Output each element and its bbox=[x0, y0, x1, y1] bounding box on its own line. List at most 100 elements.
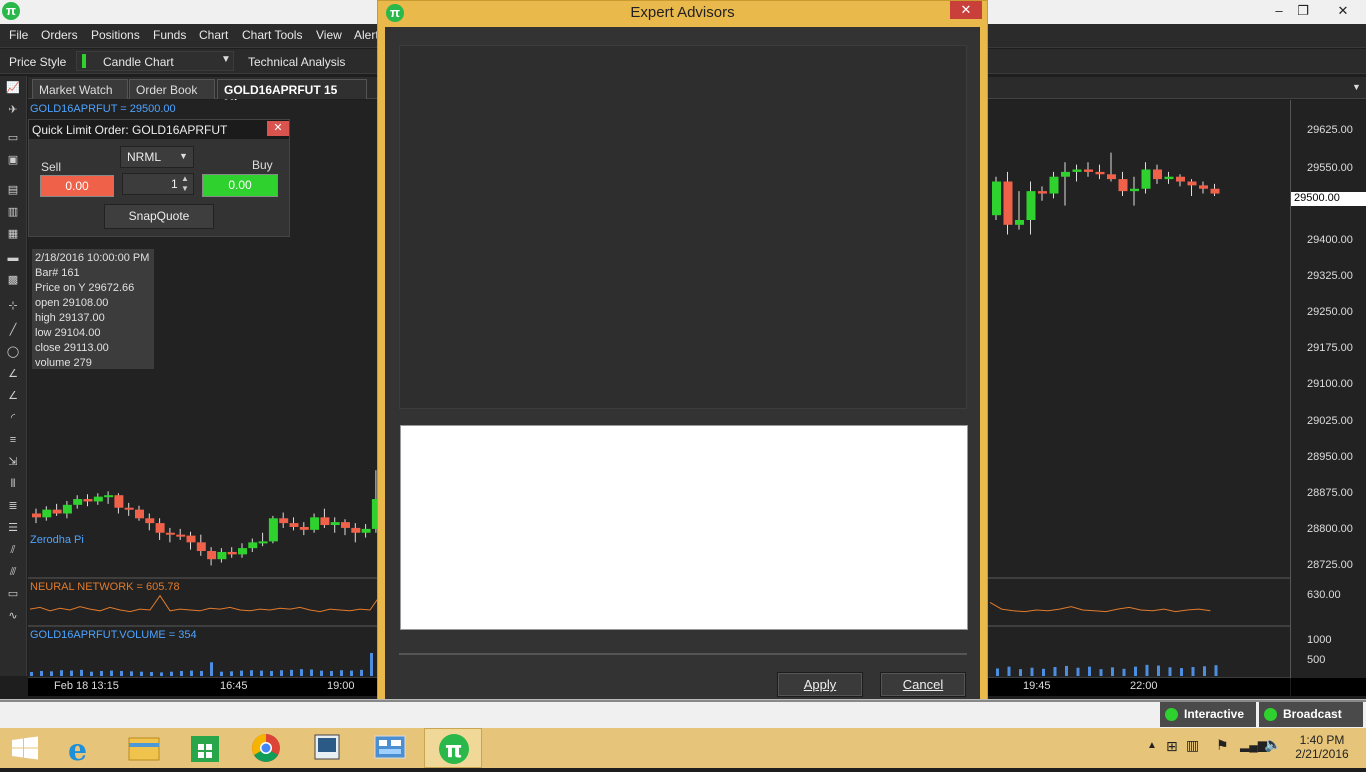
stepper-up-icon[interactable]: ▲ bbox=[181, 174, 189, 183]
tray-chevron-icon[interactable]: ▲ bbox=[1147, 740, 1157, 751]
wave-tool-icon[interactable]: ∿ bbox=[6, 610, 20, 622]
broadcast-status[interactable]: Broadcast bbox=[1259, 702, 1363, 727]
candle-body bbox=[279, 518, 289, 524]
line-tool-icon[interactable]: ╱ bbox=[6, 324, 20, 336]
printer-icon[interactable]: ▦ bbox=[6, 228, 20, 240]
crosshair-icon[interactable]: ⊹ bbox=[6, 300, 20, 312]
menu-chart[interactable]: Chart bbox=[199, 28, 228, 42]
menu-view[interactable]: View bbox=[316, 28, 342, 42]
fib-retracement-icon[interactable]: ☰ bbox=[6, 522, 20, 534]
window-icon[interactable]: ▭ bbox=[6, 132, 20, 144]
volume-bar bbox=[1191, 667, 1195, 676]
maximize-button[interactable]: ❐ bbox=[1286, 0, 1320, 22]
angle-tool-2-icon[interactable]: ∠ bbox=[6, 390, 20, 402]
volume-bar bbox=[70, 670, 73, 676]
sell-price-button[interactable]: 0.00 bbox=[40, 175, 114, 197]
candle-body bbox=[1084, 169, 1093, 172]
candle-body bbox=[1095, 171, 1105, 175]
expert-advisors-list[interactable] bbox=[399, 45, 967, 409]
volume-bar bbox=[200, 670, 203, 676]
book-icon[interactable]: ▤ bbox=[6, 184, 20, 196]
volume-bar bbox=[160, 672, 163, 676]
price-axis: 29625.00 29550.00 29500.00 29400.00 2932… bbox=[1290, 100, 1366, 696]
candle-body bbox=[135, 509, 144, 519]
menu-funds[interactable]: Funds bbox=[153, 28, 186, 42]
store-icon[interactable] bbox=[176, 728, 234, 768]
cancel-button[interactable]: Cancel bbox=[880, 672, 966, 697]
info-close: close 29113.00 bbox=[35, 342, 109, 354]
snapquote-button[interactable]: SnapQuote bbox=[104, 204, 214, 229]
candle-body bbox=[124, 507, 134, 510]
price-tick: 29250.00 bbox=[1307, 306, 1353, 318]
stepper-down-icon[interactable]: ▼ bbox=[181, 184, 189, 193]
interactive-status[interactable]: Interactive bbox=[1160, 702, 1256, 727]
vertical-lines-icon[interactable]: ⦀ bbox=[6, 478, 20, 490]
remote-desktop-icon[interactable] bbox=[361, 728, 419, 768]
box-icon[interactable]: ▬ bbox=[6, 252, 20, 264]
candle-body bbox=[73, 499, 83, 505]
expert-advisor-details[interactable] bbox=[400, 425, 968, 630]
volume-bar bbox=[100, 670, 103, 676]
save-icon[interactable]: ▣ bbox=[6, 154, 20, 166]
price-style-label: Price Style bbox=[9, 55, 67, 69]
terminal-app-icon[interactable] bbox=[298, 728, 356, 768]
dialog-divider bbox=[399, 653, 967, 655]
quantity-stepper[interactable]: 1 ▲ ▼ bbox=[122, 173, 194, 195]
candle-body bbox=[330, 522, 340, 526]
candle-body bbox=[248, 542, 258, 549]
tab-market-watch[interactable]: Market Watch bbox=[32, 79, 128, 99]
buy-price-button[interactable]: 0.00 bbox=[202, 174, 278, 197]
menu-file[interactable]: File bbox=[9, 28, 28, 42]
start-button[interactable] bbox=[0, 728, 58, 768]
horizontal-lines-icon[interactable]: ≡ bbox=[6, 434, 20, 446]
plane-icon[interactable]: ✈ bbox=[6, 104, 20, 116]
volume-icon[interactable]: 🔈 bbox=[1264, 736, 1281, 753]
channel-tool-2-icon[interactable]: ⫻ bbox=[6, 566, 20, 578]
menu-chart-tools[interactable]: Chart Tools bbox=[242, 28, 302, 42]
price-tick: 29550.00 bbox=[1307, 162, 1353, 174]
open-book-icon[interactable]: ▥ bbox=[6, 206, 20, 218]
arc-tool-icon[interactable]: ◜ bbox=[6, 412, 20, 424]
tab-scroll-chevron-icon[interactable]: ▼ bbox=[1352, 82, 1361, 92]
expert-advisors-dialog: Expert Advisors π ✕ Apply Cancel bbox=[377, 0, 988, 728]
flag-icon[interactable]: ⚑ bbox=[1216, 737, 1229, 754]
buy-label: Buy bbox=[252, 158, 273, 172]
internet-explorer-icon[interactable]: e bbox=[54, 728, 112, 768]
chart-icon[interactable]: 📈 bbox=[6, 82, 20, 94]
rectangle-tool-icon[interactable]: ▭ bbox=[6, 588, 20, 600]
tab-order-book[interactable]: Order Book bbox=[129, 79, 215, 99]
volume-bar bbox=[150, 672, 153, 676]
chrome-icon[interactable] bbox=[237, 728, 295, 768]
candle-body bbox=[114, 495, 124, 508]
tray-clock[interactable]: 1:40 PM 2/21/2016 bbox=[1290, 733, 1354, 761]
candle-body bbox=[207, 551, 217, 560]
product-select[interactable]: NRML ▼ bbox=[120, 146, 194, 168]
price-tick: 29325.00 bbox=[1307, 270, 1353, 282]
monitor-icon[interactable]: ▥ bbox=[1186, 737, 1199, 754]
dialog-close-button[interactable]: ✕ bbox=[950, 1, 982, 19]
ellipse-tool-icon[interactable]: ◯ bbox=[6, 346, 20, 358]
quick-order-close-button[interactable]: ✕ bbox=[267, 121, 289, 136]
menu-orders[interactable]: Orders bbox=[41, 28, 78, 42]
tab-gold-chart[interactable]: GOLD16APRFUT 15 Min ✕ bbox=[217, 79, 367, 111]
briefcase-icon[interactable]: ▩ bbox=[6, 274, 20, 286]
chart-type-select[interactable]: Candle Chart ▼ bbox=[76, 51, 234, 71]
candle-body bbox=[227, 551, 237, 555]
apply-button[interactable]: Apply bbox=[777, 672, 863, 697]
volume-bar bbox=[1030, 667, 1034, 676]
close-button[interactable]: ✕ bbox=[1320, 0, 1366, 22]
volume-bar bbox=[40, 670, 43, 676]
file-explorer-icon[interactable] bbox=[115, 728, 173, 768]
desktop-icon[interactable]: ⊞ bbox=[1166, 738, 1178, 755]
zerodha-pi-taskbar-button[interactable]: π bbox=[424, 728, 482, 768]
candle-body bbox=[1049, 176, 1059, 194]
technical-analysis-menu[interactable]: Technical Analysis bbox=[248, 55, 345, 69]
menu-positions[interactable]: Positions bbox=[91, 28, 140, 42]
fan-tool-icon[interactable]: ⇲ bbox=[6, 456, 20, 468]
channel-tool-icon[interactable]: ⫽ bbox=[6, 544, 20, 556]
network-icon[interactable]: ▂▄▆ bbox=[1240, 738, 1267, 752]
price-tick: 28800.00 bbox=[1307, 523, 1353, 535]
fib-lines-icon[interactable]: ≣ bbox=[6, 500, 20, 512]
volume-bar bbox=[240, 670, 243, 676]
angle-tool-icon[interactable]: ∠ bbox=[6, 368, 20, 380]
